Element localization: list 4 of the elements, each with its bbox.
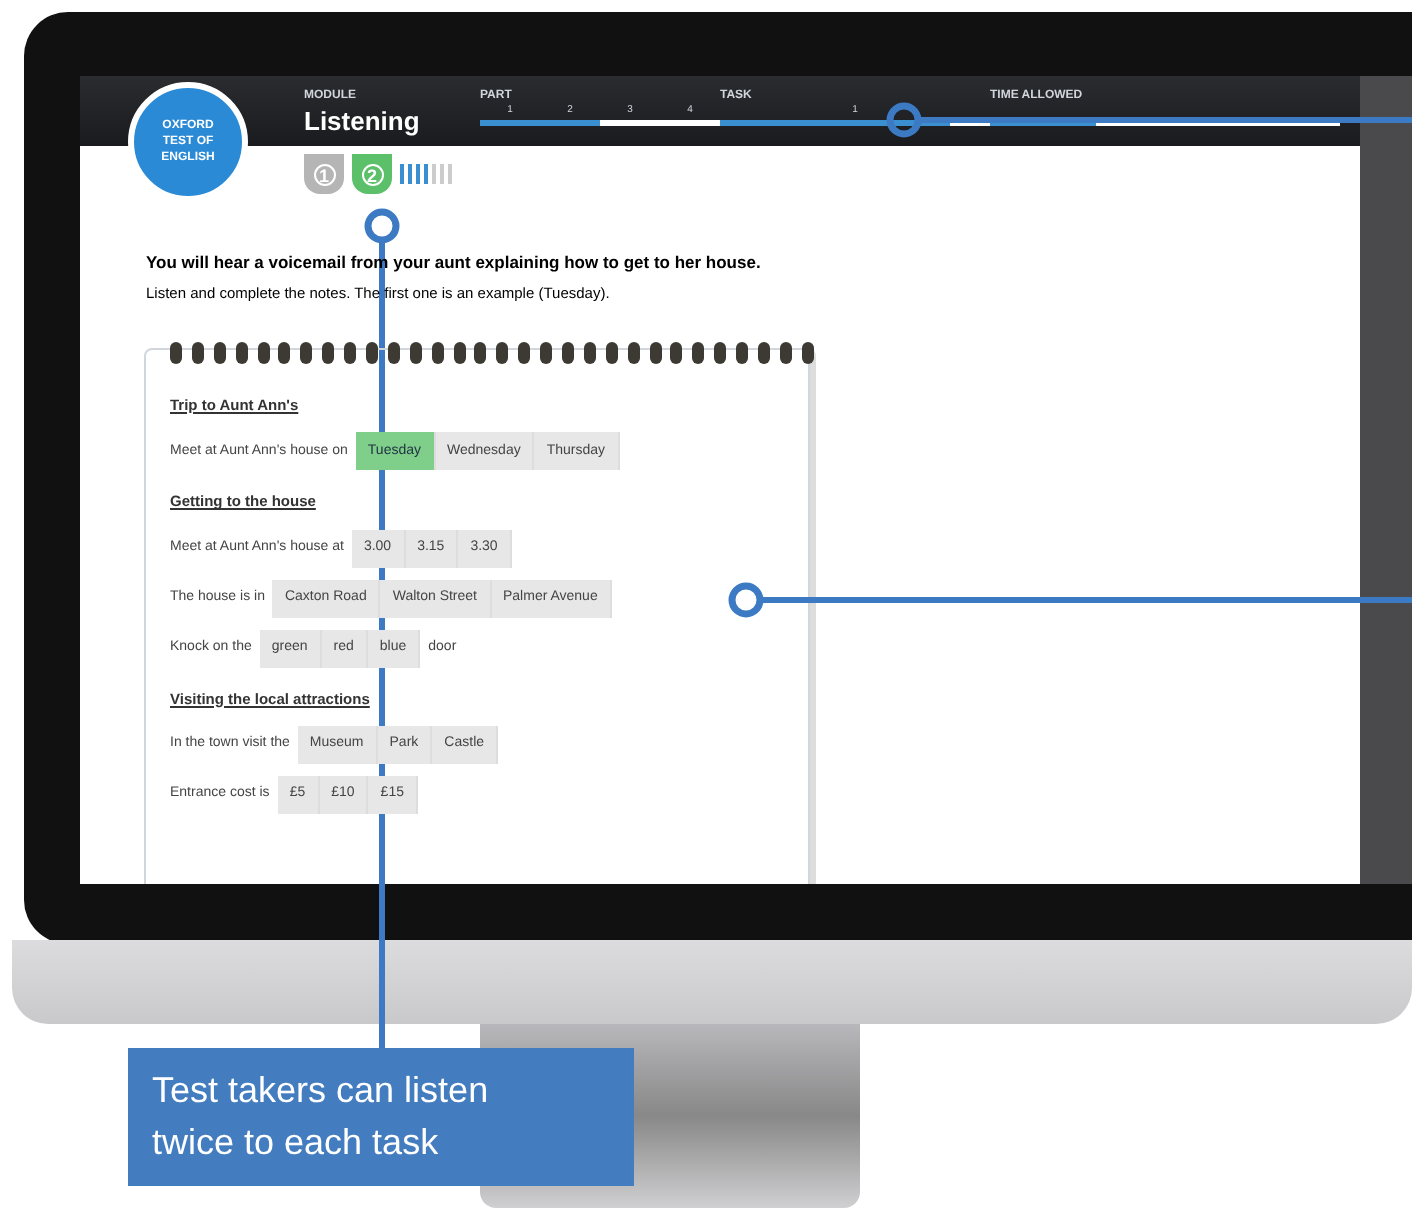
callout-box: Test takers can listen twice to each task <box>128 1048 634 1186</box>
play-number: 1 <box>313 163 335 185</box>
module-title: Listening <box>304 106 422 139</box>
play-number: 2 <box>361 163 383 185</box>
